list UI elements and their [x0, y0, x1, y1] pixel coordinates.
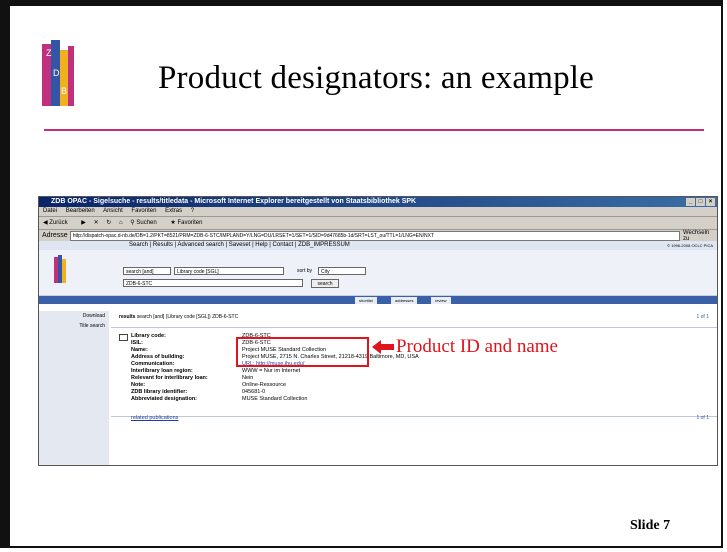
record-icon [119, 334, 128, 341]
opac-nav: Search | Results | Advanced search | Sav… [39, 241, 717, 250]
record-label: Address of building: [131, 354, 185, 360]
tab-strip: shortlist addresses review [39, 296, 717, 304]
slide: Z D B Product designators: an example ZD… [0, 0, 723, 548]
record-value: MUSE Standard Collection [242, 396, 308, 402]
nav-links[interactable]: Search | Results | Advanced search | Sav… [129, 242, 350, 248]
tab-shortlist[interactable]: shortlist [355, 297, 377, 304]
refresh-icon[interactable]: ↻ [106, 220, 111, 226]
menu-bar: Datei Bearbeiten Ansicht Favoriten Extra… [39, 207, 717, 217]
results-prefix: results [119, 314, 136, 320]
slide-number: Slide 7 [630, 518, 671, 533]
record-label: Interlibrary loan region: [131, 368, 193, 374]
zdb-mini-logo [54, 255, 66, 283]
record-value: 045681-0 [242, 389, 266, 395]
search-mode-select[interactable]: search [and] [123, 267, 171, 275]
svg-text:D: D [53, 68, 60, 78]
tab-addresses[interactable]: addresses [391, 297, 418, 304]
copyright: © 1996-2008 OCLC PICA [667, 243, 713, 248]
menu-item[interactable]: ? [191, 208, 194, 214]
search-field-select[interactable]: Library code [SGL] [174, 267, 284, 275]
sort-label: sort by [297, 268, 313, 274]
window-titlebar: ZDB OPAC - Sigelsuche - results/titledat… [39, 197, 717, 207]
minimize-icon[interactable]: _ [686, 198, 695, 206]
results-query: search [and] (Library code [SGL]) ZDB-6-… [136, 314, 239, 320]
record-label: Library code: [131, 333, 166, 339]
record-label: Relevant for interlibrary loan: [131, 375, 208, 381]
address-label: Adresse [42, 232, 68, 239]
page-count: 1 of 1 [696, 314, 709, 320]
sidebar-item-download[interactable]: Download [39, 311, 109, 321]
forward-icon[interactable]: ▶ [81, 220, 86, 226]
results-main: results search [and] (Library code [SGL]… [111, 311, 717, 465]
favorites-button[interactable]: ★ Favoriten [170, 220, 208, 226]
tab-review[interactable]: review [431, 297, 451, 304]
svg-text:B: B [61, 86, 67, 96]
menu-item[interactable]: Datei [43, 208, 57, 214]
maximize-icon[interactable]: □ [696, 198, 705, 206]
menu-item[interactable]: Favoriten [131, 208, 156, 214]
record-label: Communication: [131, 361, 175, 367]
go-button[interactable]: Wechseln zu [683, 230, 717, 242]
highlight-box [236, 337, 369, 367]
menu-item[interactable]: Bearbeiten [66, 208, 95, 214]
opac-sidebar: Download Title search [39, 311, 109, 465]
page-count-bottom: 1 of 1 [696, 415, 709, 421]
slide-title: Product designators: an example [158, 60, 595, 96]
zdb-logo: Z D B [42, 40, 74, 106]
results-header: results search [and] (Library code [SGL]… [111, 311, 717, 328]
record-label: Name: [131, 347, 148, 353]
address-input[interactable]: http://dispatch-opac.d-nb.de/DB=1.2/PKT=… [69, 230, 680, 241]
toolbar: ◀ Zurück ▶ ✕ ↻ ⌂ ⚲ Suchen ★ Favoriten [39, 217, 717, 230]
arrow-left-icon [372, 340, 394, 354]
related-publications-link[interactable]: related publications [131, 415, 178, 421]
search-button[interactable]: ⚲ Suchen [130, 220, 162, 226]
window-title: ZDB OPAC - Sigelsuche - results/titledat… [51, 198, 417, 205]
title-divider [44, 129, 704, 131]
record-label: ZDB library identifier: [131, 389, 188, 395]
callout-text: Product ID and name [396, 336, 558, 357]
close-icon[interactable]: × [706, 198, 715, 206]
sort-select[interactable]: City [318, 267, 366, 275]
back-button[interactable]: ◀ Zurück [43, 220, 74, 226]
record-value: Online-Ressource [242, 382, 287, 388]
browser-screenshot: ZDB OPAC - Sigelsuche - results/titledat… [38, 196, 718, 466]
record-label: Note: [131, 382, 146, 388]
svg-text:Z: Z [46, 48, 52, 58]
record-label: ISIL: [131, 340, 143, 346]
search-submit-button[interactable]: search [311, 279, 339, 288]
record-label: Abbreviated designation: [131, 396, 198, 402]
search-term-input[interactable]: ZDB-6-STC [123, 279, 303, 287]
sidebar-item-title-search[interactable]: Title search [39, 321, 109, 331]
menu-item[interactable]: Extras [165, 208, 182, 214]
home-icon[interactable]: ⌂ [119, 220, 123, 226]
menu-item[interactable]: Ansicht [103, 208, 123, 214]
search-panel: search [and] Library code [SGL] sort by … [39, 250, 717, 296]
record-value: Nein [242, 375, 254, 381]
record-value: WWW = Nur im Internet [242, 368, 301, 374]
stop-icon[interactable]: ✕ [94, 220, 99, 226]
